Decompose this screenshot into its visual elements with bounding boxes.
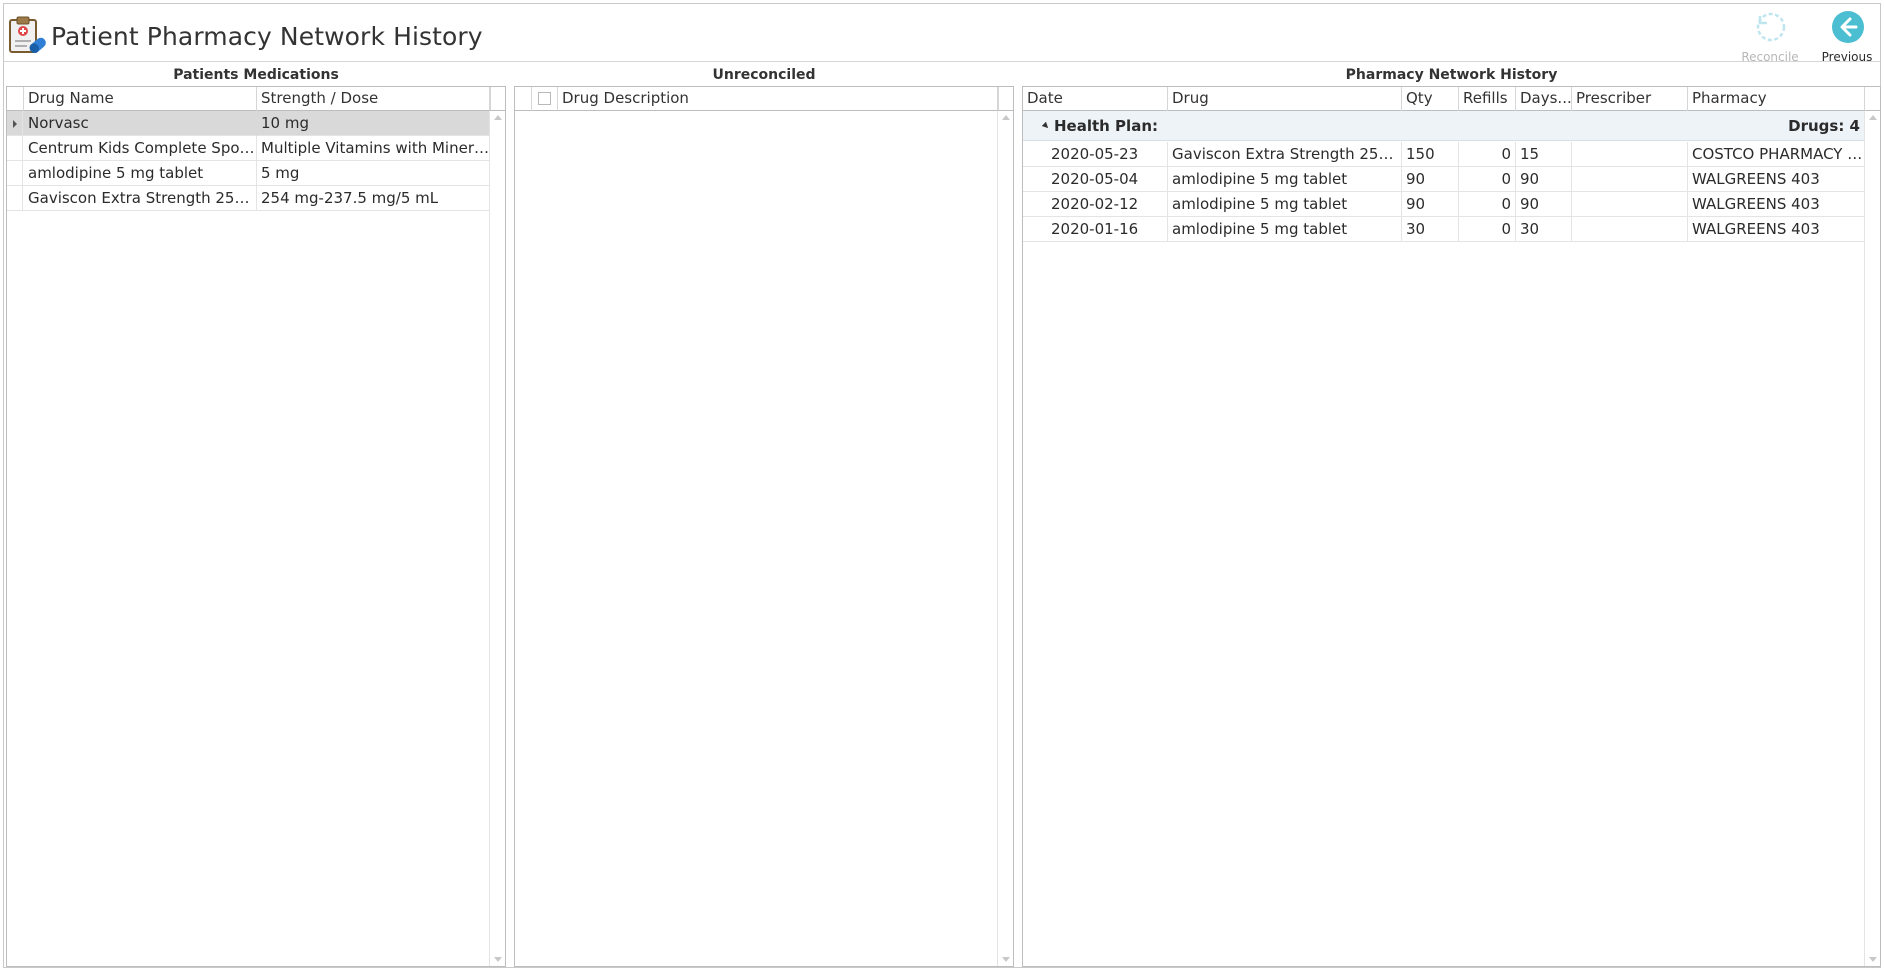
scroll-down-arrow[interactable] <box>1002 957 1010 962</box>
medications-panel-title: Patients Medications <box>173 67 339 83</box>
pharmacy-history-window: Patient Pharmacy Network History Reconci… <box>3 3 1881 968</box>
group-collapse-icon[interactable] <box>1041 121 1051 131</box>
cell-drug-name: Centrum Kids Complete Sponge Bob Chewabl… <box>24 136 257 161</box>
row-indicator <box>7 161 23 185</box>
unreconciled-panel-title: Unreconciled <box>712 67 816 83</box>
cell-strength: 254 mg-237.5 mg/5 mL <box>257 186 491 211</box>
cell-prescriber <box>1572 142 1688 167</box>
row-indicator <box>7 136 23 160</box>
table-row[interactable]: 2020-02-12 amlodipine 5 mg tablet 90 0 90 WAL… <box>1023 192 1866 217</box>
group-row-health-plan[interactable]: Health Plan: Drugs: 4 <box>1023 111 1866 141</box>
reconcile-label: Reconcile <box>1741 50 1799 64</box>
page-title: Patient Pharmacy Network History <box>51 22 483 51</box>
cell-refills: 0 <box>1459 167 1516 192</box>
cell-qty: 90 <box>1402 192 1459 217</box>
cell-drug-name: amlodipine 5 mg tablet <box>24 161 257 186</box>
cell-qty: 30 <box>1402 217 1459 242</box>
unreconciled-header: Drug Description <box>515 87 999 111</box>
group-count: Drugs: 4 <box>1788 117 1860 135</box>
table-row[interactable]: amlodipine 5 mg tablet 5 mg <box>7 161 491 186</box>
cell-drug: Gaviscon Extra Strength 254 mg-237.5 mg/… <box>1168 142 1402 167</box>
row-indicator-header <box>515 87 532 111</box>
cell-strength: 10 mg <box>257 111 491 136</box>
history-grid: Date Drug Qty Refills Days... Prescriber… <box>1022 86 1881 967</box>
cell-strength: Multiple Vitamins with Minerals <box>257 136 491 161</box>
cell-qty: 150 <box>1402 142 1459 167</box>
cell-pharmacy: WALGREENS 403 <box>1692 195 1820 213</box>
column-header-prescriber[interactable]: Prescriber <box>1572 87 1688 111</box>
group-label: Health Plan: <box>1054 117 1158 135</box>
cell-days: 30 <box>1516 217 1572 242</box>
previous-label: Previous <box>1821 50 1873 64</box>
column-header-qty[interactable]: Qty <box>1402 87 1459 111</box>
title-bar: Patient Pharmacy Network History Reconci… <box>4 4 1880 64</box>
table-row[interactable]: Gaviscon Extra Strength 254 mg-237.5 mg/… <box>7 186 491 211</box>
cell-drug: amlodipine 5 mg tablet <box>1168 192 1402 217</box>
table-row[interactable]: 2020-05-04 amlodipine 5 mg tablet 90 0 90 WAL… <box>1023 167 1866 192</box>
medications-header: Drug Name Strength / Dose <box>7 87 491 111</box>
cell-prescriber <box>1572 217 1688 242</box>
column-header-pharmacy[interactable]: Pharmacy <box>1688 87 1866 111</box>
cell-days: 15 <box>1516 142 1572 167</box>
previous-button[interactable]: Previous <box>1807 8 1884 64</box>
history-header: Date Drug Qty Refills Days... Prescriber… <box>1023 87 1866 111</box>
cell-pharmacy: COSTCO PHARMACY 3... <box>1692 145 1866 163</box>
scroll-down-arrow[interactable] <box>494 957 502 962</box>
header-corner <box>489 87 505 111</box>
row-indicator-header <box>7 87 24 111</box>
scroll-up-arrow[interactable] <box>1002 115 1010 120</box>
history-scrollbar[interactable] <box>1864 111 1880 966</box>
table-row[interactable]: 2020-01-16 amlodipine 5 mg tablet 30 0 30 WAL… <box>1023 217 1866 242</box>
select-all-checkbox[interactable] <box>538 92 551 105</box>
clipboard-medication-icon <box>9 16 46 54</box>
cell-prescriber <box>1572 192 1688 217</box>
column-header-drug-description[interactable]: Drug Description <box>558 87 999 111</box>
unreconciled-scrollbar[interactable] <box>997 111 1013 966</box>
select-all-header <box>532 87 558 111</box>
cell-refills: 0 <box>1459 142 1516 167</box>
cell-qty: 90 <box>1402 167 1459 192</box>
row-indicator <box>7 111 23 135</box>
table-row[interactable]: Centrum Kids Complete Sponge Bob Chewabl… <box>7 136 491 161</box>
cell-drug: amlodipine 5 mg tablet <box>1168 217 1402 242</box>
cell-days: 90 <box>1516 167 1572 192</box>
cell-prescriber <box>1572 167 1688 192</box>
unreconciled-grid: Drug Description <box>514 86 1014 967</box>
header-corner <box>1864 87 1880 111</box>
cell-days: 90 <box>1516 192 1572 217</box>
scroll-up-arrow[interactable] <box>494 115 502 120</box>
back-arrow-icon <box>1832 11 1864 43</box>
column-header-drug[interactable]: Drug <box>1168 87 1402 111</box>
cell-date: 2020-05-04 <box>1047 167 1168 192</box>
cell-pharmacy: WALGREENS 403 <box>1692 170 1820 188</box>
table-row[interactable]: Norvasc 10 mg <box>7 111 491 136</box>
row-indicator <box>7 186 23 210</box>
medications-grid: Drug Name Strength / Dose Norvasc 10 mg Ce… <box>6 86 506 967</box>
reconcile-button[interactable]: Reconcile <box>1730 8 1810 64</box>
current-row-arrow-icon <box>13 120 17 128</box>
cell-refills: 0 <box>1459 192 1516 217</box>
column-header-drug-name[interactable]: Drug Name <box>24 87 257 111</box>
medications-scrollbar[interactable] <box>489 111 505 966</box>
cell-drug: amlodipine 5 mg tablet <box>1168 167 1402 192</box>
cell-date: 2020-05-23 <box>1047 142 1168 167</box>
scroll-down-arrow[interactable] <box>1869 957 1877 962</box>
cell-refills: 0 <box>1459 217 1516 242</box>
refresh-icon <box>1756 12 1786 42</box>
cell-drug-name: Gaviscon Extra Strength 254 mg-237.5 mg/… <box>24 186 257 211</box>
history-panel-title: Pharmacy Network History <box>1345 67 1558 83</box>
cell-drug-name: Norvasc <box>24 111 257 136</box>
scroll-up-arrow[interactable] <box>1869 115 1877 120</box>
table-row[interactable]: 2020-05-23Gaviscon Extra Strength 254 mg… <box>1023 142 1866 167</box>
column-header-refills[interactable]: Refills <box>1459 87 1516 111</box>
column-header-date[interactable]: Date <box>1023 87 1168 111</box>
column-header-days[interactable]: Days... <box>1516 87 1572 111</box>
column-header-strength[interactable]: Strength / Dose <box>257 87 491 111</box>
cell-date: 2020-02-12 <box>1047 192 1168 217</box>
cell-strength: 5 mg <box>257 161 491 186</box>
cell-pharmacy: WALGREENS 403 <box>1692 220 1820 238</box>
header-corner <box>997 87 1013 111</box>
cell-date: 2020-01-16 <box>1047 217 1168 242</box>
